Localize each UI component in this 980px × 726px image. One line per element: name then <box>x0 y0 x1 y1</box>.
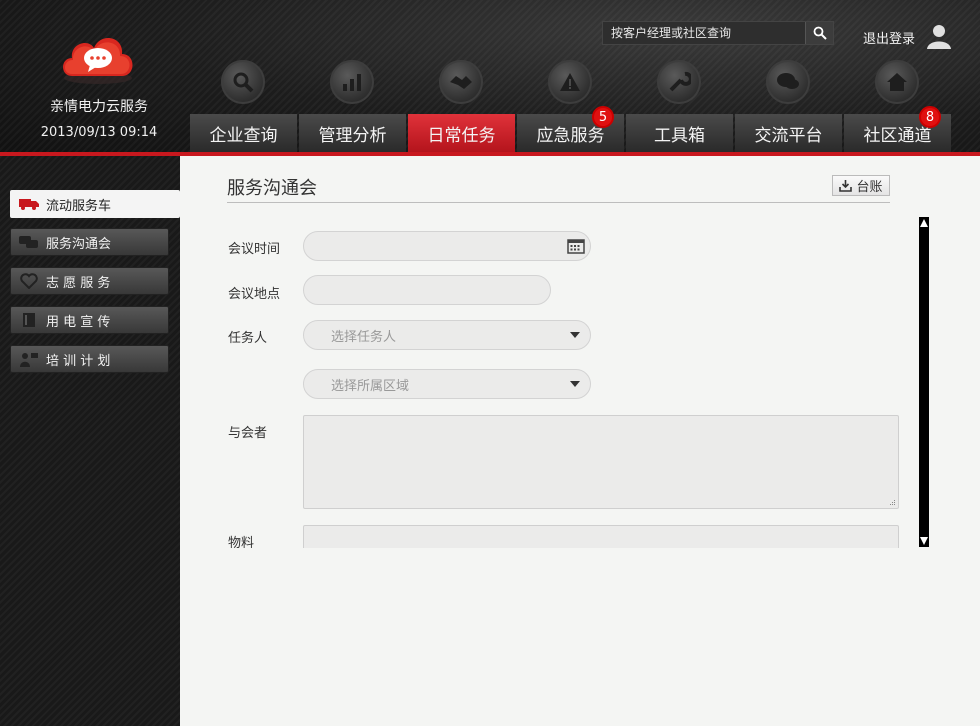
tab-community-channel[interactable]: 社区通道 8 <box>844 106 951 152</box>
search-icon <box>813 26 827 40</box>
ledger-label: 台账 <box>856 180 883 195</box>
meeting-time-label: 会议时间 <box>228 242 281 257</box>
assignee-label: 任务人 <box>228 331 268 346</box>
sidebar-item-volunteer-service[interactable]: 志 愿 服 务 <box>10 267 169 295</box>
form-scroll-area[interactable]: 会议时间 会议地点 任务人 选择任务人 选择所属区域 与会者 物料 <box>180 216 980 548</box>
tab-enterprise-query[interactable]: 企业查询 <box>190 114 297 152</box>
chat-icon[interactable] <box>766 60 810 104</box>
handshake-icon[interactable] <box>439 60 483 104</box>
attendees-textarea[interactable] <box>303 415 899 509</box>
calendar-icon[interactable] <box>567 238 585 254</box>
sidebar-item-label: 用 电 宣 传 <box>46 314 111 330</box>
tab-toolbox[interactable]: 工具箱 <box>626 114 733 152</box>
tab-label: 企业查询 <box>209 125 278 146</box>
scroll-down-icon[interactable] <box>920 537 928 545</box>
brand-name: 亲情电力云服务 <box>50 99 148 115</box>
home-icon[interactable] <box>875 60 919 104</box>
tab-label: 日常任务 <box>427 125 496 146</box>
cloud-logo-icon <box>58 28 138 86</box>
sidebar-item-service-meeting[interactable]: 服务沟通会 <box>10 228 169 256</box>
notification-badge: 8 <box>919 106 941 128</box>
scrollbar[interactable] <box>919 217 929 547</box>
meeting-time-input[interactable] <box>303 231 591 261</box>
tab-label: 管理分析 <box>318 125 387 146</box>
tab-daily-tasks[interactable]: 日常任务 <box>408 114 515 152</box>
area-placeholder: 选择所属区域 <box>331 378 410 394</box>
sidebar-item-label: 流动服务车 <box>46 198 112 214</box>
sidebar-item-label: 志 愿 服 务 <box>46 275 111 291</box>
wrench-icon[interactable] <box>657 60 701 104</box>
search-icon[interactable] <box>221 60 265 104</box>
scroll-up-icon[interactable] <box>920 219 928 227</box>
sidebar-item-label: 培 训 计 划 <box>46 353 111 369</box>
attendees-label: 与会者 <box>228 426 268 441</box>
brand-datetime: 2013/09/13 09:14 <box>40 125 158 140</box>
tab-management-analysis[interactable]: 管理分析 <box>299 114 406 152</box>
chevron-down-icon <box>570 332 580 338</box>
search-input[interactable] <box>603 22 805 44</box>
sidebar-item-label: 服务沟通会 <box>46 236 112 252</box>
logout-link[interactable]: 退出登录 <box>863 28 915 47</box>
title-divider <box>227 202 890 203</box>
assignee-placeholder: 选择任务人 <box>331 329 397 345</box>
chat-bubbles-icon <box>19 234 39 250</box>
download-icon <box>839 180 853 192</box>
user-icon[interactable] <box>925 22 953 50</box>
tab-label: 交流平台 <box>754 125 823 146</box>
resize-handle-icon[interactable] <box>888 498 896 506</box>
assignee-select[interactable]: 选择任务人 <box>303 320 591 350</box>
warning-icon[interactable] <box>548 60 592 104</box>
chevron-down-icon <box>570 381 580 387</box>
heart-icon <box>19 273 39 289</box>
header: 亲情电力云服务 2013/09/13 09:14 退出登录 <box>0 0 980 156</box>
area-select[interactable]: 选择所属区域 <box>303 369 591 399</box>
sidebar-item-training-plan[interactable]: 培 训 计 划 <box>10 345 169 373</box>
sidebar: 流动服务车 服务沟通会 志 愿 服 务 用 电 宣 传 培 训 计 划 <box>0 156 180 726</box>
search-button[interactable] <box>805 22 833 44</box>
notification-badge: 5 <box>592 106 614 128</box>
sidebar-item-electricity-promotion[interactable]: 用 电 宣 传 <box>10 306 169 334</box>
materials-textarea[interactable] <box>303 525 899 548</box>
bar-chart-icon[interactable] <box>330 60 374 104</box>
book-icon <box>19 312 39 328</box>
main-nav: 企业查询 管理分析 日常任务 应急服务 5 工具箱 交流平台 社区通道 8 <box>190 106 953 152</box>
meeting-place-input[interactable] <box>303 275 551 305</box>
meeting-place-label: 会议地点 <box>228 287 281 302</box>
sidebar-item-mobile-service-vehicle[interactable]: 流动服务车 <box>10 190 180 218</box>
materials-label: 物料 <box>228 536 255 548</box>
page-title: 服务沟通会 <box>227 178 317 199</box>
truck-icon <box>19 196 39 212</box>
trainer-icon <box>19 351 39 367</box>
tab-label: 工具箱 <box>654 125 705 146</box>
tab-exchange-platform[interactable]: 交流平台 <box>735 114 842 152</box>
nav-icon-row <box>190 60 950 108</box>
tab-emergency-service[interactable]: 应急服务 5 <box>517 106 624 152</box>
search-box <box>602 21 834 45</box>
ledger-button[interactable]: 台账 <box>832 175 890 196</box>
main-content: 服务沟通会 台账 会议时间 会议地点 任务人 选择任务人 选择所属区域 与会者 … <box>180 156 980 726</box>
